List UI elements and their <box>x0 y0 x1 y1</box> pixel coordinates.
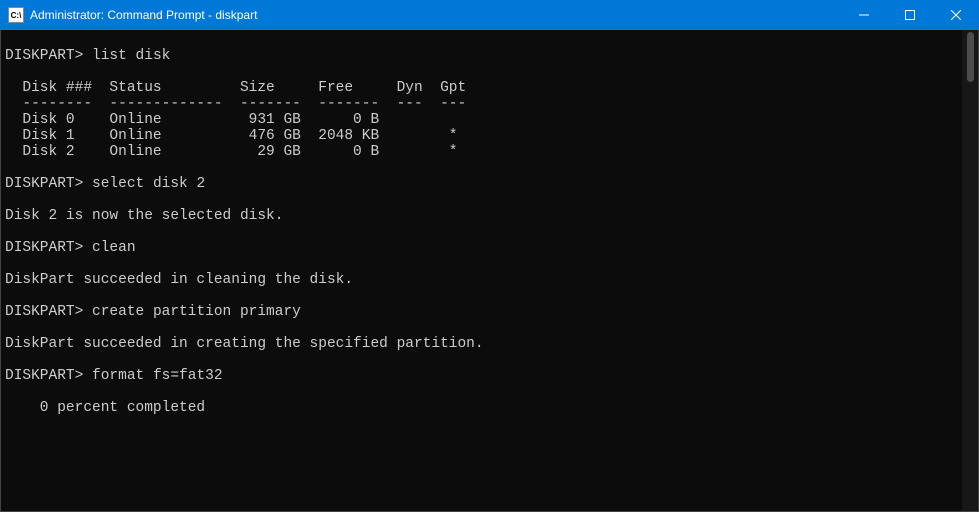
msg-disk-selected: Disk 2 is now the selected disk. <box>5 208 283 224</box>
command-select-disk: select disk 2 <box>92 176 205 192</box>
window-title: Administrator: Command Prompt - diskpart <box>30 8 841 22</box>
cmd-icon: C:\ <box>8 7 24 23</box>
disk-table-header: Disk ### Status Size Free Dyn Gpt <box>5 80 466 96</box>
scrollbar-thumb[interactable] <box>967 32 974 82</box>
command-clean: clean <box>92 240 136 256</box>
window-titlebar: C:\ Administrator: Command Prompt - disk… <box>0 0 979 30</box>
close-icon <box>951 10 961 20</box>
command-format: format fs=fat32 <box>92 368 223 384</box>
command-list-disk: list disk <box>92 48 170 64</box>
prompt: DISKPART> <box>5 176 83 192</box>
cmd-icon-label: C:\ <box>11 11 22 20</box>
msg-clean-ok: DiskPart succeeded in cleaning the disk. <box>5 272 353 288</box>
prompt: DISKPART> <box>5 304 83 320</box>
disk-row: Disk 1 Online 476 GB 2048 KB * <box>5 128 457 144</box>
prompt: DISKPART> <box>5 48 83 64</box>
disk-table-divider: -------- ------------- ------- ------- -… <box>5 96 466 112</box>
prompt: DISKPART> <box>5 240 83 256</box>
vertical-scrollbar[interactable] <box>962 30 978 511</box>
window-controls <box>841 0 979 30</box>
prompt: DISKPART> <box>5 368 83 384</box>
minimize-icon <box>859 10 869 20</box>
terminal-output[interactable]: DISKPART> list disk Disk ### Status Size… <box>0 30 979 512</box>
maximize-button[interactable] <box>887 0 933 30</box>
disk-row: Disk 2 Online 29 GB 0 B * <box>5 144 457 160</box>
maximize-icon <box>905 10 915 20</box>
disk-row: Disk 0 Online 931 GB 0 B <box>5 112 379 128</box>
command-create-partition: create partition primary <box>92 304 301 320</box>
minimize-button[interactable] <box>841 0 887 30</box>
msg-progress: 0 percent completed <box>5 400 205 416</box>
close-button[interactable] <box>933 0 979 30</box>
msg-partition-ok: DiskPart succeeded in creating the speci… <box>5 336 484 352</box>
